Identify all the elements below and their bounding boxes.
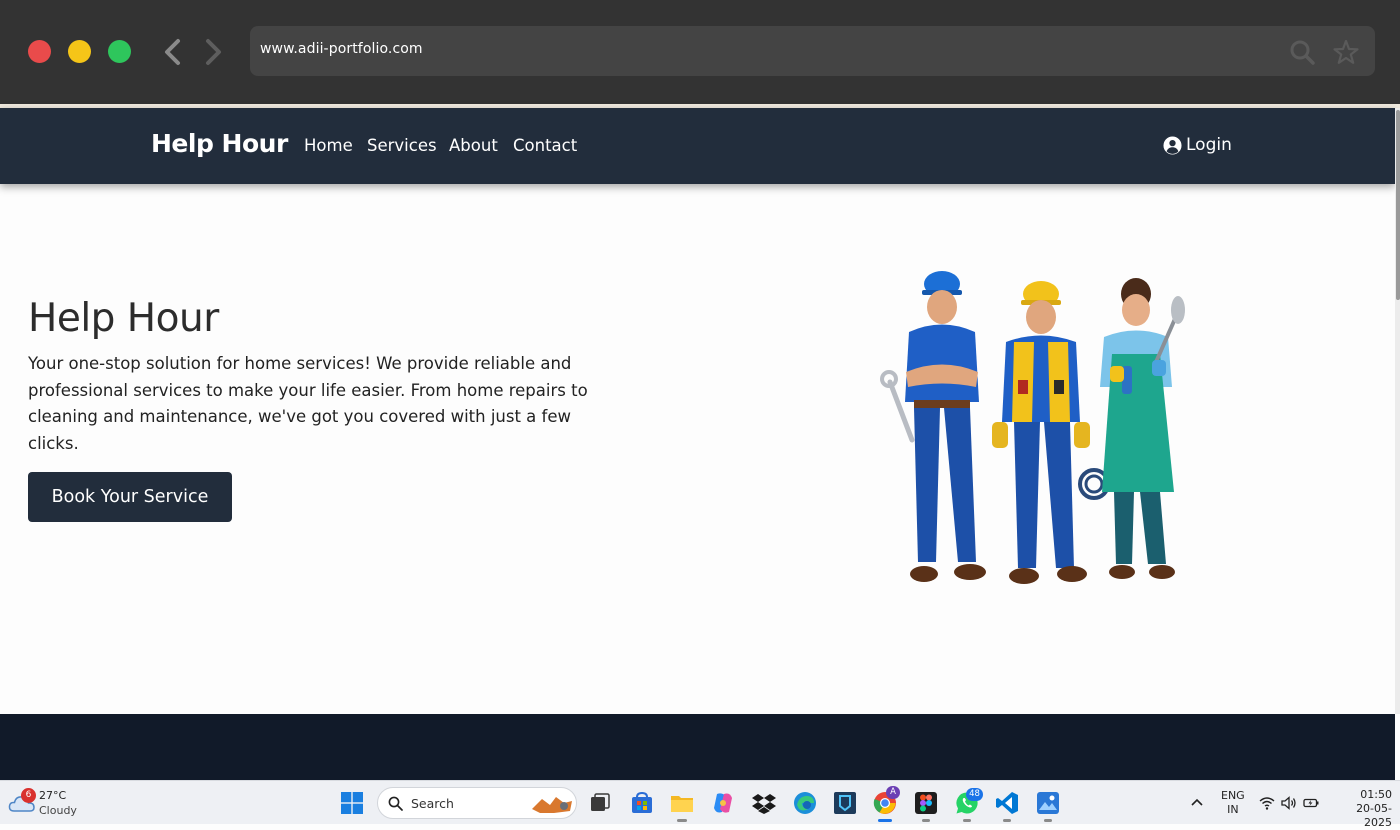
forward-arrow-icon[interactable] — [200, 38, 226, 66]
task-view-icon[interactable] — [588, 791, 612, 815]
login-label: Login — [1186, 135, 1232, 155]
url-text: www.adii-portfolio.com — [260, 41, 423, 57]
star-icon[interactable] — [1332, 38, 1360, 66]
chevron-up-icon[interactable] — [1190, 795, 1204, 809]
active-indicator — [878, 819, 892, 822]
login-button[interactable]: Login — [1163, 135, 1232, 155]
wifi-icon[interactable] — [1259, 795, 1275, 811]
clock-date: 20-05-2025 — [1356, 802, 1392, 829]
nav-link-contact[interactable]: Contact — [513, 136, 577, 155]
weather-badge: 6 — [21, 788, 36, 803]
search-label: Search — [411, 796, 454, 811]
running-indicator — [677, 819, 687, 822]
running-indicator — [1044, 819, 1052, 822]
address-bar[interactable]: www.adii-portfolio.com — [250, 26, 1375, 76]
region-code: IN — [1227, 803, 1239, 816]
taskbar-search[interactable]: Search — [377, 787, 577, 819]
file-explorer-icon[interactable] — [670, 791, 694, 815]
weather-widget[interactable]: 6 27°C Cloudy — [8, 787, 88, 819]
running-indicator — [1003, 819, 1011, 822]
weather-condition: Cloudy — [39, 804, 77, 817]
running-indicator — [963, 819, 971, 822]
dropbox-icon[interactable] — [752, 791, 776, 815]
user-circle-icon — [1163, 135, 1182, 155]
search-highlight-icon — [532, 797, 572, 813]
search-icon[interactable] — [1288, 38, 1316, 66]
site-navbar: Help Hour Home Services About Contact Lo… — [0, 108, 1395, 184]
book-service-button[interactable]: Book Your Service — [28, 472, 232, 522]
close-window-button[interactable] — [28, 40, 51, 63]
maximize-window-button[interactable] — [108, 40, 131, 63]
chrome-profile-badge: A — [886, 786, 900, 799]
running-indicator — [922, 819, 930, 822]
clock-time: 01:50 — [1360, 788, 1392, 801]
app-icon[interactable] — [833, 791, 857, 815]
browser-toolbar: www.adii-portfolio.com — [0, 0, 1400, 104]
nav-link-home[interactable]: Home — [304, 136, 353, 155]
nav-link-about[interactable]: About — [449, 136, 498, 155]
search-icon — [388, 796, 403, 811]
back-arrow-icon[interactable] — [160, 38, 186, 66]
language-code: ENG — [1221, 789, 1245, 802]
hero-description: Your one-stop solution for home services… — [28, 354, 588, 453]
photos-icon[interactable] — [1036, 791, 1060, 815]
footer-section — [0, 714, 1395, 780]
minimize-window-button[interactable] — [68, 40, 91, 63]
volume-icon[interactable] — [1281, 795, 1297, 811]
whatsapp-unread-badge: 48 — [966, 788, 983, 801]
edge-icon[interactable] — [793, 791, 817, 815]
microsoft-store-icon[interactable] — [630, 791, 654, 815]
taskbar: 6 27°C Cloudy Search A 48 ENG IN 01:50 2… — [0, 780, 1400, 829]
figma-icon[interactable] — [914, 791, 938, 815]
copilot-icon[interactable] — [711, 791, 735, 815]
three-workers-illustration — [880, 271, 1185, 584]
hero-title: Help Hour — [28, 296, 219, 341]
language-indicator[interactable]: ENG IN — [1221, 789, 1245, 817]
scrollbar-thumb[interactable] — [1396, 110, 1400, 300]
weather-temperature: 27°C — [39, 789, 67, 802]
nav-link-services[interactable]: Services — [367, 136, 437, 155]
battery-icon[interactable] — [1303, 795, 1319, 811]
brand-logo[interactable]: Help Hour — [151, 129, 288, 158]
vscode-icon[interactable] — [995, 791, 1019, 815]
start-icon[interactable] — [341, 792, 363, 814]
